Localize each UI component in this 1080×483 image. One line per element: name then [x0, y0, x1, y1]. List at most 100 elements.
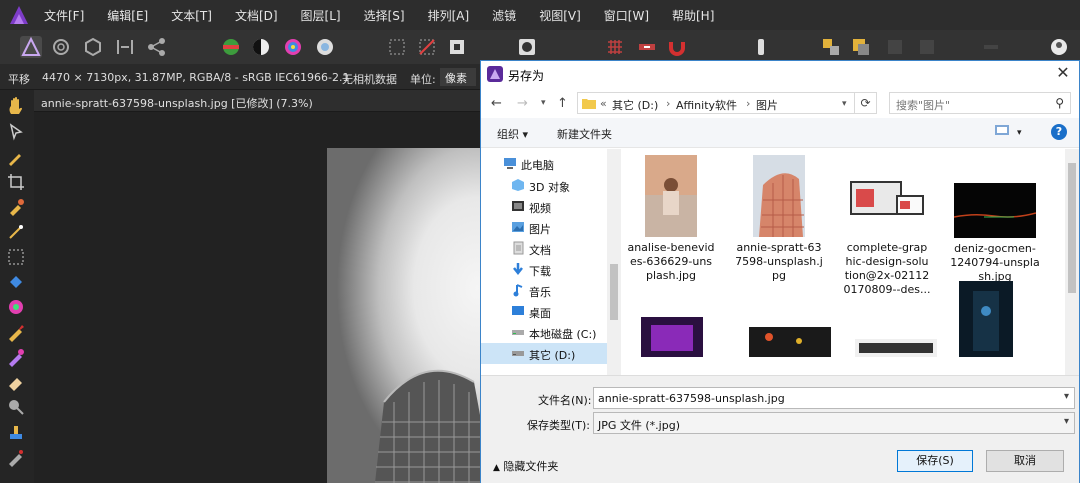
invert-selection-icon[interactable] — [446, 36, 468, 58]
up-arrow-icon[interactable]: ↑ — [557, 96, 568, 111]
develop-persona-icon[interactable] — [82, 36, 104, 58]
dodge-tool-icon[interactable] — [6, 397, 28, 417]
new-folder-button[interactable]: 新建文件夹 — [557, 126, 612, 142]
menu-select[interactable]: 选择[S] — [364, 7, 405, 24]
levels-icon[interactable] — [220, 36, 242, 58]
white-balance-icon[interactable] — [314, 36, 336, 58]
filetype-select[interactable]: JPG 文件 (*.jpg) ▾ — [593, 412, 1075, 434]
marquee-icon[interactable] — [386, 36, 408, 58]
navigation-pane: 此电脑 3D 对象 视频 图片 文档 下载 音乐 桌面 本地磁盘 (C:) 其它… — [481, 149, 607, 375]
black-white-icon[interactable] — [250, 36, 272, 58]
menu-file[interactable]: 文件[F] — [44, 7, 84, 24]
tree-item-pictures[interactable]: 图片 — [481, 217, 607, 238]
tree-item-this-pc[interactable]: 此电脑 — [481, 153, 607, 174]
arrange-icon[interactable] — [884, 36, 906, 58]
forward-arrow-icon[interactable]: → — [517, 96, 528, 111]
breadcrumb-pictures[interactable]: 图片 — [756, 97, 778, 113]
view-tool-icon[interactable] — [6, 96, 28, 116]
color-picker-icon[interactable] — [6, 147, 28, 167]
tone-mapping-persona-icon[interactable] — [114, 36, 136, 58]
snapping-magnet-icon[interactable] — [666, 36, 688, 58]
arrange-back-icon[interactable] — [850, 36, 872, 58]
gradient-tool-icon[interactable] — [6, 297, 28, 317]
blemish-tool-icon[interactable] — [6, 447, 28, 467]
file-thumbnail[interactable] — [641, 317, 703, 357]
refresh-button[interactable]: ⟳ — [855, 92, 877, 114]
menu-arrange[interactable]: 排列[A] — [428, 7, 470, 24]
chevron-down-icon[interactable]: ▾ — [1064, 416, 1069, 427]
chevron-down-icon[interactable]: ▾ — [842, 99, 847, 109]
deselect-icon[interactable] — [416, 36, 438, 58]
grid-snapping-icon[interactable] — [604, 36, 626, 58]
recent-locations-icon[interactable]: ▾ — [541, 98, 546, 108]
cancel-button[interactable]: 取消 — [986, 450, 1064, 472]
file-thumbnail[interactable] — [959, 281, 1013, 357]
chevron-down-icon[interactable]: ▾ — [1064, 391, 1069, 402]
arrange-front-icon[interactable] — [820, 36, 842, 58]
photo-persona-icon[interactable] — [20, 36, 42, 58]
file-list-scrollbar[interactable] — [1065, 149, 1079, 375]
menu-help[interactable]: 帮助[H] — [672, 7, 714, 24]
menu-filters[interactable]: 滤镜 — [492, 7, 516, 24]
breadcrumb-affinity[interactable]: Affinity软件 — [676, 97, 737, 113]
address-bar[interactable]: « 其它 (D:) › Affinity软件 › 图片 ▾ — [577, 92, 855, 114]
tree-item-local-disk-c[interactable]: 本地磁盘 (C:) — [481, 322, 607, 343]
selection-brush-icon[interactable] — [6, 197, 28, 217]
file-thumbnail[interactable] — [749, 327, 831, 357]
tree-item-desktop[interactable]: 桌面 — [481, 301, 607, 322]
tree-item-videos[interactable]: 视频 — [481, 196, 607, 217]
document-tab[interactable]: annie-spratt-637598-unsplash.jpg [已修改] (… — [34, 90, 480, 112]
tree-item-drive-d[interactable]: 其它 (D:) — [481, 343, 607, 364]
file-thumbnail[interactable] — [855, 339, 937, 357]
file-item[interactable]: deniz-gocmen- 1240794-unspla sh.jpg — [945, 155, 1045, 284]
marquee-tool-icon[interactable] — [6, 247, 28, 267]
organize-button[interactable]: 组织 ▾ — [497, 126, 528, 142]
tree-item-documents[interactable]: 文档 — [481, 238, 607, 259]
liquify-persona-icon[interactable] — [50, 36, 72, 58]
flood-select-icon[interactable] — [6, 222, 28, 242]
file-item[interactable]: analise-benevid es-636629-uns plash.jpg — [621, 155, 721, 283]
move-tool-icon[interactable] — [6, 122, 28, 142]
navigation-scrollbar[interactable] — [607, 149, 621, 375]
filename-input[interactable]: annie-spratt-637598-unsplash.jpg ▾ — [593, 387, 1075, 409]
export-persona-icon[interactable] — [146, 36, 168, 58]
user-account-icon[interactable] — [1048, 36, 1070, 58]
paint-brush-icon[interactable] — [6, 322, 28, 342]
document-info: 4470 × 7130px, 31.87MP, RGBA/8 - sRGB IE… — [42, 71, 350, 84]
file-item[interactable]: complete-grap hic-design-solu tion@2x-02… — [837, 155, 937, 297]
menu-layer[interactable]: 图层[L] — [301, 7, 341, 24]
menu-document[interactable]: 文档[D] — [235, 7, 278, 24]
flood-fill-icon[interactable] — [6, 272, 28, 292]
menu-edit[interactable]: 编辑[E] — [107, 7, 148, 24]
canvas-area[interactable] — [34, 112, 480, 483]
tree-item-music[interactable]: 音乐 — [481, 280, 607, 301]
crop-tool-icon[interactable] — [6, 172, 28, 192]
breadcrumb-drive[interactable]: 其它 (D:) — [612, 97, 658, 113]
clone-tool-icon[interactable] — [6, 422, 28, 442]
file-item[interactable]: annie-spratt-63 7598-unsplash.j pg — [729, 155, 829, 283]
tree-item-downloads[interactable]: 下载 — [481, 259, 607, 280]
erase-brush-icon[interactable] — [6, 372, 28, 392]
chevron-down-icon[interactable]: ▾ — [1017, 128, 1022, 138]
color-wheel-icon[interactable] — [282, 36, 304, 58]
hide-folders-toggle[interactable]: ▲ 隐藏文件夹 — [493, 458, 558, 474]
menu-view[interactable]: 视图[V] — [539, 7, 581, 24]
file-name: complete-grap hic-design-solu tion@2x-02… — [843, 241, 931, 296]
view-options-icon[interactable] — [995, 124, 1009, 139]
color-replacement-icon[interactable] — [6, 347, 28, 367]
arrange-alt-icon[interactable] — [916, 36, 938, 58]
tree-item-3d-objects[interactable]: 3D 对象 — [481, 175, 607, 196]
save-button[interactable]: 保存(S) — [897, 450, 973, 472]
breadcrumb-overflow[interactable]: « — [600, 97, 607, 110]
help-icon[interactable]: ? — [1051, 124, 1067, 140]
menu-window[interactable]: 窗口[W] — [604, 7, 649, 24]
search-input[interactable]: 搜索"图片" ⚲ — [889, 92, 1071, 114]
menu-text[interactable]: 文本[T] — [171, 7, 212, 24]
assistant-icon[interactable] — [750, 36, 772, 58]
quick-mask-icon[interactable] — [516, 36, 538, 58]
close-icon[interactable]: ✕ — [1053, 63, 1073, 83]
snap-bounds-icon[interactable] — [636, 36, 658, 58]
align-icon[interactable] — [980, 36, 1002, 58]
unit-select[interactable]: 像素 — [440, 68, 476, 86]
back-arrow-icon[interactable]: ← — [491, 96, 502, 111]
